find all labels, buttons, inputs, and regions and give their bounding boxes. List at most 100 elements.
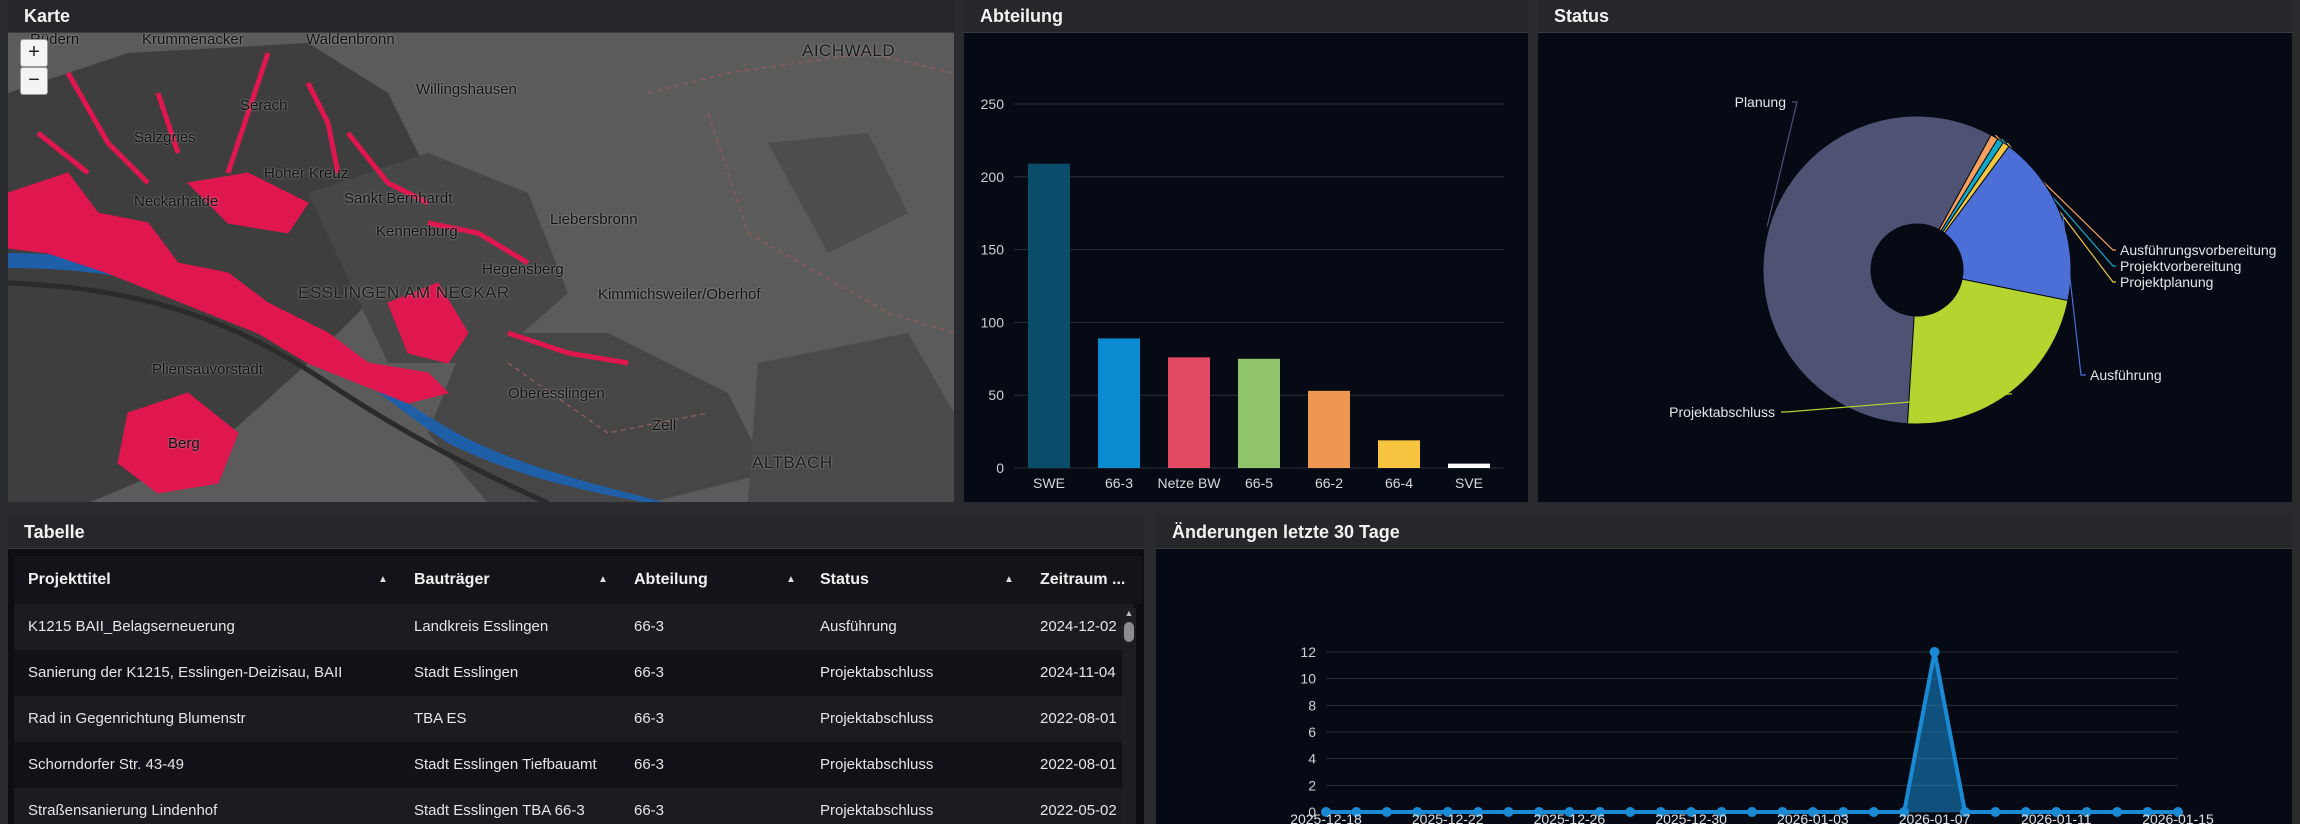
y-tick-label: 100 (981, 314, 1005, 330)
changes-panel-title: Änderungen letzte 30 Tage (1156, 516, 2292, 549)
scroll-up-arrow-icon[interactable]: ▲ (1124, 608, 1134, 618)
pie-slice (1906, 278, 2069, 425)
table-cell: K1215 BAII_Belagserneuerung (28, 618, 235, 635)
sort-icon[interactable]: ▲ (598, 556, 608, 604)
table-cell: Stadt Esslingen Tiefbauamt (414, 756, 597, 773)
map-place-label: Waldenbronn (306, 33, 395, 48)
x-tick-label: Netze BW (1157, 475, 1221, 491)
bar (1098, 338, 1140, 468)
status-panel-title: Status (1538, 0, 2292, 33)
y-tick-label: 8 (1308, 697, 1316, 713)
zoom-in-button[interactable]: + (20, 39, 48, 67)
sort-icon[interactable]: ▲ (378, 556, 388, 604)
x-tick-label: 66-5 (1245, 475, 1273, 491)
table-panel-title: Tabelle (8, 516, 1144, 549)
table-cell: 66-3 (634, 756, 665, 773)
x-tick-label: 2026-01-07 (1899, 811, 1971, 824)
table-cell: TBA ES (414, 710, 467, 727)
table-row[interactable]: K1215 BAII_Belagserneuerung Landkreis Ess… (14, 604, 1134, 650)
status-donut-chart: Planung AusführungsvorbereitungProjektvor… (1669, 94, 2276, 425)
table-cell: Projektabschluss (820, 664, 934, 681)
column-header-status[interactable]: Status (820, 556, 869, 604)
y-tick-label: 2 (1308, 777, 1316, 793)
scrollbar-thumb[interactable] (1124, 622, 1134, 642)
table-row[interactable]: Schorndorfer Str. 43-49 Stadt Esslingen T… (14, 742, 1134, 788)
x-tick-label: 2026-01-03 (1777, 811, 1849, 824)
y-tick-label: 6 (1308, 724, 1316, 740)
table-panel: Tabelle Projekttitel ▲ Bauträger ▲ Abtei… (8, 516, 1144, 824)
table-cell: 66-3 (634, 802, 665, 819)
pie-slice-label: Projektvorbereitung (2120, 258, 2241, 274)
sort-icon[interactable]: ▲ (1004, 556, 1014, 604)
table-cell: Stadt Esslingen (414, 664, 519, 681)
bar (1168, 357, 1210, 468)
map-place-label: AICHWALD (802, 41, 896, 60)
x-tick-label: 2025-12-30 (1655, 811, 1727, 824)
data-point (1747, 807, 1757, 817)
zoom-out-button[interactable]: − (20, 67, 48, 95)
map-panel-title: Karte (8, 0, 954, 33)
column-header-abteilung[interactable]: Abteilung (634, 556, 708, 604)
changes-panel: Änderungen letzte 30 Tage 0 2 4 6 8 10 12 2025-… (1156, 516, 2292, 824)
map-place-label: Berg (168, 435, 200, 452)
table-cell: 66-3 (634, 618, 665, 635)
x-tick-label: 2026-01-11 (2021, 811, 2092, 824)
map-place-label: Willingshausen (416, 81, 517, 98)
sort-icon[interactable]: ▲ (786, 556, 796, 604)
map-place-label: Kimmichsweiler/Oberhof (598, 286, 761, 303)
x-tick-label: SWE (1033, 475, 1065, 491)
y-tick-label: 50 (988, 387, 1004, 403)
table-cell: Projektabschluss (820, 802, 934, 819)
abteilung-panel: Abteilung 0 50 100 150 200 250 SWE 66-3 Netze BW… (964, 0, 1528, 502)
column-header-zeitraum[interactable]: Zeitraum ... (1040, 556, 1125, 604)
pie-slice-label: Ausführungsvorbereitung (2120, 242, 2276, 258)
y-tick-label: 4 (1308, 751, 1316, 767)
abteilung-bar-chart: 0 50 100 150 200 250 SWE 66-3 Netze BW 66-5 66-2 66… (981, 96, 1504, 491)
x-tick-label: SVE (1455, 475, 1483, 491)
table-cell: Sanierung der K1215, Esslingen-Deizisau,… (28, 664, 343, 681)
map-place-label: Hoher Kreuz (264, 165, 349, 182)
table-cell: 2022-08-01 (1040, 756, 1117, 773)
table-cell: Projektabschluss (820, 756, 934, 773)
table-row[interactable]: Straßensanierung Lindenhof Stadt Esslinge… (14, 788, 1134, 824)
data-point (1868, 807, 1879, 817)
bar (1238, 358, 1280, 468)
status-panel: Status Planung Ausführungsvorbereitung Pro… (1538, 0, 2292, 502)
bar (1448, 463, 1490, 468)
column-header-projekttitel[interactable]: Projekttitel (28, 556, 111, 604)
table-cell: Schorndorfer Str. 43-49 (28, 756, 184, 773)
x-tick-label: 2026-01-15 (2142, 811, 2214, 824)
table-cell: Projektabschluss (820, 710, 934, 727)
table-header-row: Projekttitel ▲ Bauträger ▲ Abteilung ▲ S… (14, 556, 1142, 604)
table-body: K1215 BAII_Belagserneuerung Landkreis Ess… (14, 604, 1134, 824)
map-place-label: Hegensberg (482, 261, 564, 278)
x-tick-label: 66-2 (1315, 475, 1343, 491)
x-tick-label: 66-3 (1105, 475, 1133, 491)
changes-area-chart: 0246810122025-12-18 2025-12-22 2025-12-26 2… (1290, 644, 2214, 824)
data-point (1990, 807, 2001, 817)
column-header-bautraeger[interactable]: Bauträger (414, 556, 490, 604)
map-place-label: ESSLINGEN AM NECKAR (298, 283, 510, 302)
map-canvas[interactable]: Rüdern Krummenacker Waldenbronn AICHWALD… (8, 33, 954, 502)
y-tick-label: 0 (996, 460, 1004, 476)
table-row[interactable]: Rad in Gegenrichtung Blumenstr TBA ES 66-3… (14, 696, 1134, 742)
table-cell: 2024-11-04 (1040, 664, 1116, 681)
map-panel: Karte Rüdern Krummenacker Waldenbronn AI… (8, 0, 954, 502)
map-place-label: Zell (652, 417, 677, 434)
data-point (1625, 807, 1636, 817)
map-place-label: Sankt Bernhardt (344, 190, 453, 207)
map-background (8, 33, 954, 502)
y-tick-label: 10 (1300, 671, 1316, 687)
map-place-label: Pliensauvorstadt (152, 361, 263, 378)
table-cell: 2022-05-02 (1040, 802, 1117, 819)
x-tick-label: 66-4 (1385, 475, 1413, 491)
pie-slice-label: Projektplanung (2120, 274, 2213, 290)
table-cell: Rad in Gegenrichtung Blumenstr (28, 710, 246, 727)
map-place-label: Salzgries (134, 129, 196, 146)
y-tick-label: 250 (981, 96, 1005, 112)
data-point (1503, 807, 1514, 817)
table-cell: 2024-12-02 (1040, 618, 1117, 635)
bar (1308, 390, 1350, 468)
table-scrollbar[interactable]: ▲ (1122, 608, 1136, 824)
table-row[interactable]: Sanierung der K1215, Esslingen-Deizisau,… (14, 650, 1134, 696)
